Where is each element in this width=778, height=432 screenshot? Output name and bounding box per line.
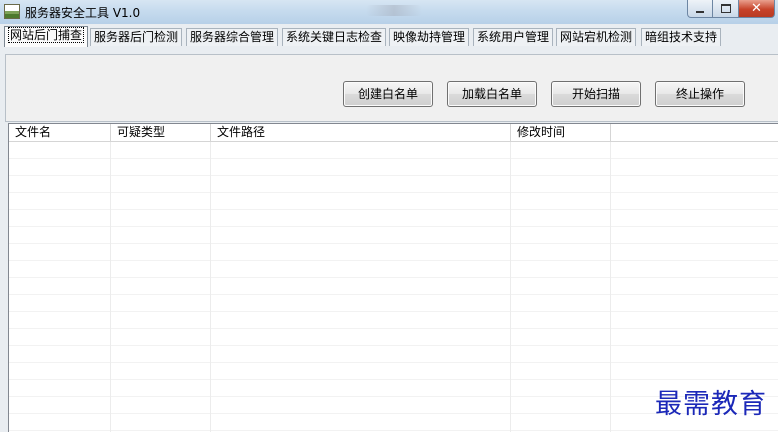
tab-tech-support[interactable]: 暗组技术支持: [641, 28, 722, 46]
column-header-modified-time[interactable]: 修改时间: [511, 124, 611, 141]
tab-label: 映像劫持管理: [393, 30, 466, 44]
tab-label: 服务器后门检测: [94, 30, 179, 44]
column-divider: [210, 142, 211, 432]
tab-website-downtime[interactable]: 网站宕机检测: [556, 28, 637, 46]
blurred-title-text: [366, 5, 422, 16]
window-title: 服务器安全工具 V1.0: [25, 6, 141, 20]
tab-server-backdoor-detect[interactable]: 服务器后门检测: [90, 28, 183, 46]
app-icon: [4, 4, 20, 19]
tab-website-backdoor-scan[interactable]: 网站后门捕查: [4, 26, 89, 47]
row-gridline: [9, 226, 778, 227]
close-icon: ✕: [751, 1, 762, 16]
create-whitelist-button[interactable]: 创建白名单: [343, 81, 433, 107]
column-header-filename[interactable]: 文件名: [9, 124, 111, 141]
row-gridline: [9, 158, 778, 159]
row-gridline: [9, 311, 778, 312]
row-gridline: [9, 243, 778, 244]
row-gridline: [9, 277, 778, 278]
row-gridline: [9, 175, 778, 176]
row-gridline: [9, 294, 778, 295]
tab-label: 网站后门捕查: [8, 27, 85, 43]
maximize-icon: [720, 4, 731, 13]
tab-label: 网站宕机检测: [560, 30, 633, 44]
row-gridline: [9, 362, 778, 363]
load-whitelist-button[interactable]: 加载白名单: [447, 81, 537, 107]
column-header-suspicious-type[interactable]: 可疑类型: [111, 124, 211, 141]
tab-label: 系统关键日志检查: [286, 30, 383, 44]
minimize-icon: [696, 10, 704, 13]
minimize-button[interactable]: [687, 0, 713, 18]
start-scan-button[interactable]: 开始扫描: [551, 81, 641, 107]
stop-operation-button[interactable]: 终止操作: [655, 81, 745, 107]
list-header: 文件名 可疑类型 文件路径 修改时间: [9, 124, 778, 142]
row-gridline: [9, 328, 778, 329]
column-divider: [510, 142, 511, 432]
column-header-file-path[interactable]: 文件路径: [211, 124, 511, 141]
row-gridline: [9, 260, 778, 261]
title-bar[interactable]: 服务器安全工具 V1.0 ✕: [0, 0, 778, 25]
row-gridline: [9, 209, 778, 210]
row-gridline: [9, 192, 778, 193]
tab-system-users[interactable]: 系统用户管理: [473, 28, 554, 46]
tab-label: 暗组技术支持: [645, 30, 718, 44]
tab-label: 服务器综合管理: [190, 30, 275, 44]
row-gridline: [9, 345, 778, 346]
close-button[interactable]: ✕: [739, 0, 775, 18]
tab-server-management[interactable]: 服务器综合管理: [186, 28, 279, 46]
column-divider: [610, 142, 611, 432]
column-divider: [110, 142, 111, 432]
row-gridline: [9, 430, 778, 431]
tab-label: 系统用户管理: [477, 30, 550, 44]
watermark-text: 最需教育: [655, 389, 767, 420]
tab-system-log-check[interactable]: 系统关键日志检查: [282, 28, 387, 46]
maximize-button[interactable]: [713, 0, 739, 18]
tab-strip: 网站后门捕查 服务器后门检测 服务器综合管理 系统关键日志检查 映像劫持管理 系…: [0, 24, 778, 48]
row-gridline: [9, 379, 778, 380]
tab-image-hijack[interactable]: 映像劫持管理: [389, 28, 470, 46]
